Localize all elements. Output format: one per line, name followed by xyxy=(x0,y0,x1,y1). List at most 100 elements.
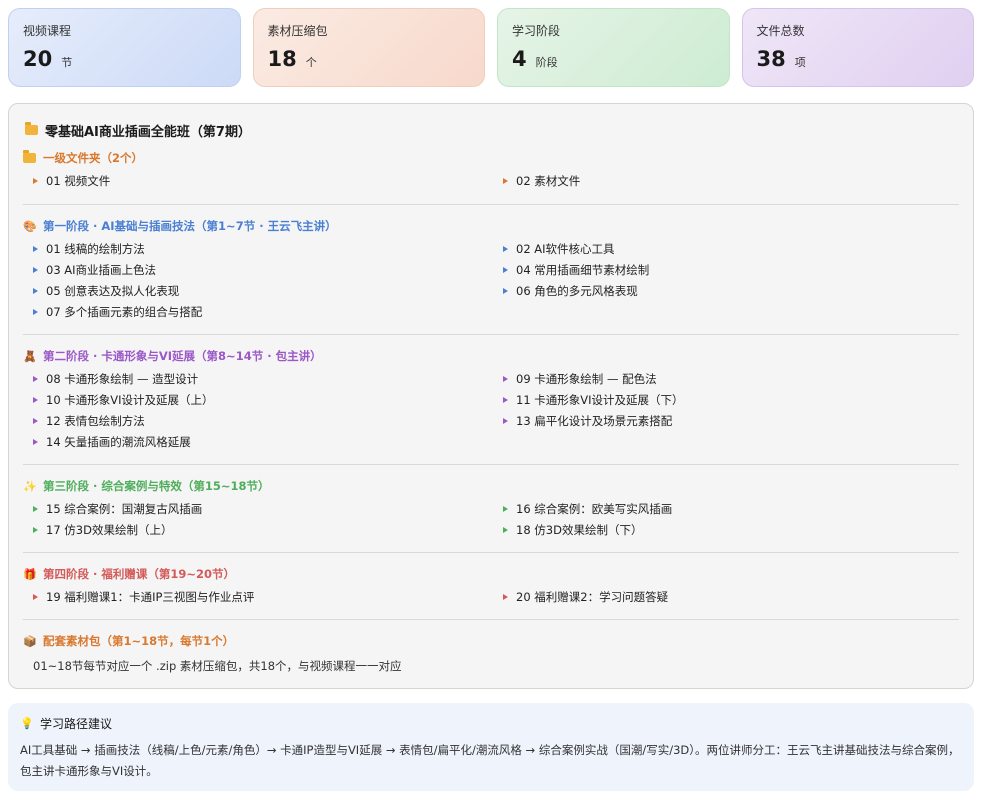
section-stage-4: 🎁 第四阶段 · 福利赠课（第19~20节） 19 福利赠课1：卡通IP三视图与… xyxy=(23,566,959,605)
list-item[interactable]: 13 扁平化设计及场景元素搭配 xyxy=(493,413,959,429)
list-item[interactable]: 01 线稿的绘制方法 xyxy=(23,241,493,257)
item-label: 02 素材文件 xyxy=(516,174,581,188)
section-title: 第三阶段 · 综合案例与特效（第15~18节） xyxy=(43,479,270,493)
bullet-arrow-icon xyxy=(503,246,508,252)
list-item[interactable]: 02 AI软件核心工具 xyxy=(493,241,959,257)
item-label: 05 创意表达及拟人化表现 xyxy=(46,284,180,298)
list-item[interactable]: 06 角色的多元风格表现 xyxy=(493,283,959,299)
bullet-arrow-icon xyxy=(503,527,508,533)
list-item[interactable]: 12 表情包绘制方法 xyxy=(23,413,493,429)
item-label: 01 线稿的绘制方法 xyxy=(46,242,145,256)
section-header[interactable]: 🎁 第四阶段 · 福利赠课（第19~20节） xyxy=(23,566,959,582)
item-label: 17 仿3D效果绘制（上） xyxy=(46,523,173,537)
section-title: 配套素材包（第1~18节，每节1个） xyxy=(43,634,235,648)
list-item[interactable]: 08 卡通形象绘制 — 造型设计 xyxy=(23,371,493,387)
tip-title: 学习路径建议 xyxy=(40,716,113,731)
section-materials: 📦 配套素材包（第1~18节，每节1个） 01~18节每节对应一个 .zip 素… xyxy=(23,633,959,674)
list-item[interactable]: 11 卡通形象VI设计及延展（下） xyxy=(493,392,959,408)
section-stage-2: 🧸 第二阶段 · 卡通形象与VI延展（第8~14节 · 包主讲） 08 卡通形象… xyxy=(23,348,959,450)
section-header[interactable]: 一级文件夹（2个） xyxy=(23,150,959,166)
item-label: 03 AI商业插画上色法 xyxy=(46,263,157,277)
divider xyxy=(23,464,959,465)
bullet-arrow-icon xyxy=(503,506,508,512)
stat-unit: 节 xyxy=(61,56,73,69)
folder-icon xyxy=(25,122,38,135)
list-item[interactable]: 10 卡通形象VI设计及延展（上） xyxy=(23,392,493,408)
bullet-arrow-icon xyxy=(33,376,38,382)
bullet-arrow-icon xyxy=(33,506,38,512)
item-label: 19 福利赠课1：卡通IP三视图与作业点评 xyxy=(46,590,255,604)
list-item[interactable]: 05 创意表达及拟人化表现 xyxy=(23,283,493,299)
list-item[interactable]: 17 仿3D效果绘制（上） xyxy=(23,522,493,538)
list-item[interactable]: 19 福利赠课1：卡通IP三视图与作业点评 xyxy=(23,589,493,605)
folder-tree-panel: 零基础AI商业插画全能班（第7期） 一级文件夹（2个） 01 视频文件 02 素… xyxy=(8,103,974,689)
stat-card-videos: 视频课程 20 节 xyxy=(8,8,241,87)
stat-card-stages: 学习阶段 4 阶段 xyxy=(497,8,730,87)
stat-value: 18 xyxy=(267,47,297,71)
item-label: 15 综合案例：国潮复古风插画 xyxy=(46,502,203,516)
list-item[interactable]: 04 常用插画细节素材绘制 xyxy=(493,262,959,278)
bullet-arrow-icon xyxy=(33,418,38,424)
learning-path-tip: 💡 学习路径建议 AI工具基础 → 插画技法（线稿/上色/元素/角色）→ 卡通I… xyxy=(8,703,974,791)
bear-icon: 🧸 xyxy=(23,349,37,363)
section-header[interactable]: 🎨 第一阶段 · AI基础与插画技法（第1~7节 · 王云飞主讲） xyxy=(23,218,959,234)
bullet-arrow-icon xyxy=(503,594,508,600)
bullet-arrow-icon xyxy=(33,288,38,294)
section-stage-1: 🎨 第一阶段 · AI基础与插画技法（第1~7节 · 王云飞主讲） 01 线稿的… xyxy=(23,218,959,320)
stats-row: 视频课程 20 节 素材压缩包 18 个 学习阶段 4 阶段 文件总数 38 项 xyxy=(8,8,974,87)
item-label: 08 卡通形象绘制 — 造型设计 xyxy=(46,372,199,386)
tip-header: 💡 学习路径建议 xyxy=(20,715,962,731)
bullet-arrow-icon xyxy=(503,418,508,424)
section-header[interactable]: 📦 配套素材包（第1~18节，每节1个） xyxy=(23,633,959,649)
stat-label: 学习阶段 xyxy=(512,24,561,38)
bullet-arrow-icon xyxy=(33,594,38,600)
stat-value: 38 xyxy=(756,47,786,71)
list-item[interactable]: 03 AI商业插画上色法 xyxy=(23,262,493,278)
section-title: 第二阶段 · 卡通形象与VI延展（第8~14节 · 包主讲） xyxy=(43,349,322,363)
list-item[interactable]: 02 素材文件 xyxy=(493,173,959,189)
tip-body: AI工具基础 → 插画技法（线稿/上色/元素/角色）→ 卡通IP造型与VI延展 … xyxy=(20,743,960,778)
materials-note: 01~18节每节对应一个 .zip 素材压缩包，共18个，与视频课程一一对应 xyxy=(33,659,402,673)
bullet-arrow-icon xyxy=(33,246,38,252)
list-item[interactable]: 16 综合案例：欧美写实风插画 xyxy=(493,501,959,517)
item-label: 10 卡通形象VI设计及延展（上） xyxy=(46,393,214,407)
stat-label: 视频课程 xyxy=(23,24,72,38)
list-item[interactable]: 09 卡通形象绘制 — 配色法 xyxy=(493,371,959,387)
divider xyxy=(23,552,959,553)
section-title: 第一阶段 · AI基础与插画技法（第1~7节 · 王云飞主讲） xyxy=(43,219,337,233)
package-icon: 📦 xyxy=(23,634,37,648)
bullet-arrow-icon xyxy=(503,397,508,403)
gift-icon: 🎁 xyxy=(23,567,37,581)
list-item[interactable]: 07 多个插画元素的组合与搭配 xyxy=(23,304,493,320)
section-top-folders: 一级文件夹（2个） 01 视频文件 02 素材文件 xyxy=(23,150,959,189)
bullet-arrow-icon xyxy=(33,527,38,533)
list-item[interactable]: 18 仿3D效果绘制（下） xyxy=(493,522,959,538)
list-item[interactable]: 14 矢量插画的潮流风格延展 xyxy=(23,434,493,450)
palette-icon: 🎨 xyxy=(23,219,37,233)
item-label: 06 角色的多元风格表现 xyxy=(516,284,638,298)
item-label: 13 扁平化设计及场景元素搭配 xyxy=(516,414,673,428)
item-label: 07 多个插画元素的组合与搭配 xyxy=(46,305,203,319)
bullet-arrow-icon xyxy=(33,439,38,445)
stat-card-packages: 素材压缩包 18 个 xyxy=(252,8,485,87)
bullet-arrow-icon xyxy=(33,397,38,403)
section-header[interactable]: ✨ 第三阶段 · 综合案例与特效（第15~18节） xyxy=(23,478,959,494)
list-item[interactable]: 15 综合案例：国潮复古风插画 xyxy=(23,501,493,517)
stat-unit: 个 xyxy=(305,56,317,69)
item-label: 11 卡通形象VI设计及延展（下） xyxy=(516,393,684,407)
divider xyxy=(23,619,959,620)
section-header[interactable]: 🧸 第二阶段 · 卡通形象与VI延展（第8~14节 · 包主讲） xyxy=(23,348,959,364)
bullet-arrow-icon xyxy=(503,376,508,382)
section-title: 第四阶段 · 福利赠课（第19~20节） xyxy=(43,567,236,581)
item-label: 18 仿3D效果绘制（下） xyxy=(516,523,643,537)
stat-label: 素材压缩包 xyxy=(267,24,328,38)
list-item[interactable]: 01 视频文件 xyxy=(23,173,493,189)
item-label: 02 AI软件核心工具 xyxy=(516,242,615,256)
bullet-arrow-icon xyxy=(503,178,508,184)
stat-unit: 阶段 xyxy=(535,56,558,69)
stat-card-files: 文件总数 38 项 xyxy=(741,8,974,87)
list-item[interactable]: 20 福利赠课2：学习问题答疑 xyxy=(493,589,959,605)
divider xyxy=(23,334,959,335)
item-label: 20 福利赠课2：学习问题答疑 xyxy=(516,590,669,604)
item-label: 09 卡通形象绘制 — 配色法 xyxy=(516,372,657,386)
